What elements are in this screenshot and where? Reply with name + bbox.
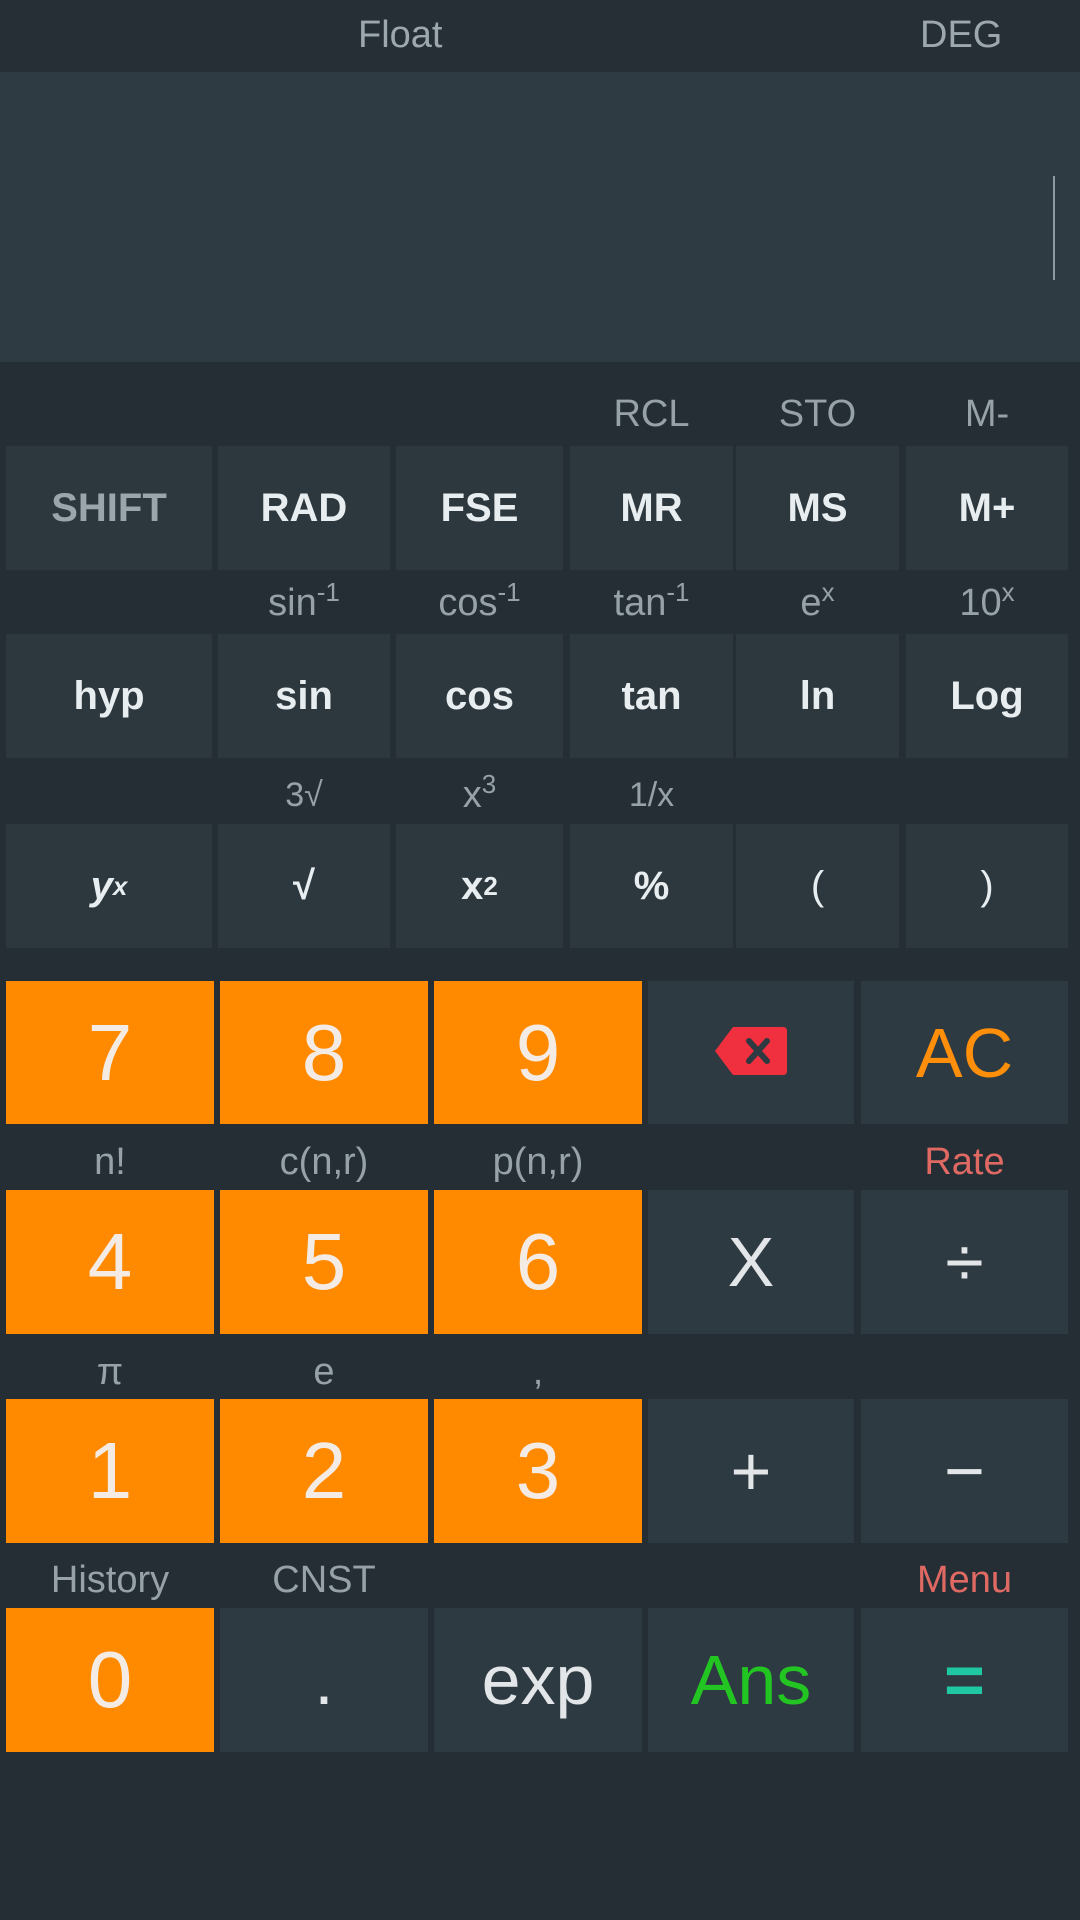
comma-label: ,: [532, 1351, 544, 1393]
digit-3-button[interactable]: 3: [434, 1399, 642, 1543]
factorial-label: n!: [94, 1141, 126, 1183]
digit-1-button[interactable]: 1: [6, 1399, 214, 1543]
open-paren-button[interactable]: (: [736, 824, 899, 948]
ln-button[interactable]: ln: [736, 634, 899, 758]
hyp-button[interactable]: hyp: [6, 634, 212, 758]
atan-label: tan-1: [613, 577, 690, 624]
exp-e-label: ex: [800, 577, 835, 624]
multiply-button[interactable]: X: [648, 1190, 854, 1334]
menu-label[interactable]: Menu: [861, 1557, 1068, 1603]
permutation-label: p(n,r): [492, 1141, 584, 1183]
acos-label: cos-1: [438, 577, 521, 624]
digit-8-button[interactable]: 8: [220, 981, 428, 1124]
sqrt-button[interactable]: √: [218, 824, 390, 948]
equals-button[interactable]: =: [861, 1608, 1068, 1752]
cube-label: x3: [462, 769, 497, 816]
history-label[interactable]: History: [6, 1557, 214, 1603]
backspace-button[interactable]: [648, 981, 854, 1124]
rcl-label: RCL: [613, 393, 690, 435]
digit-4-button[interactable]: 4: [6, 1190, 214, 1334]
m-minus-label: M-: [964, 393, 1010, 435]
close-paren-button[interactable]: ): [906, 824, 1068, 948]
digit-6-button[interactable]: 6: [434, 1190, 642, 1334]
backspace-icon: [713, 1013, 789, 1093]
reciprocal-label: 1/x: [628, 776, 675, 814]
cos-button[interactable]: cos: [396, 634, 563, 758]
rad-button[interactable]: RAD: [218, 446, 390, 570]
divide-button[interactable]: ÷: [861, 1190, 1068, 1334]
sin-button[interactable]: sin: [218, 634, 390, 758]
digit-9-button[interactable]: 9: [434, 981, 642, 1124]
display-area[interactable]: [0, 72, 1080, 362]
cnst-label: CNST: [272, 1559, 376, 1601]
cube-root-label: 3√: [285, 776, 323, 814]
ms-button[interactable]: MS: [736, 446, 899, 570]
m-plus-button[interactable]: M+: [906, 446, 1068, 570]
decimal-point-button[interactable]: .: [220, 1608, 428, 1752]
exp-button[interactable]: exp: [434, 1608, 642, 1752]
asin-label: sin-1: [268, 577, 340, 624]
angle-mode-label[interactable]: DEG: [920, 14, 1002, 57]
percent-button[interactable]: %: [570, 824, 733, 948]
digit-7-button[interactable]: 7: [6, 981, 214, 1124]
euler-label: e: [313, 1351, 335, 1393]
fse-button[interactable]: FSE: [396, 446, 563, 570]
ans-button[interactable]: Ans: [648, 1608, 854, 1752]
digit-2-button[interactable]: 2: [220, 1399, 428, 1543]
power-button[interactable]: yx: [6, 824, 212, 948]
square-button[interactable]: x2: [396, 824, 563, 948]
sto-label: STO: [778, 393, 857, 435]
digit-5-button[interactable]: 5: [220, 1190, 428, 1334]
shift-button[interactable]: SHIFT: [6, 446, 212, 570]
log-button[interactable]: Log: [906, 634, 1068, 758]
digit-0-button[interactable]: 0: [6, 1608, 214, 1752]
all-clear-button[interactable]: AC: [861, 981, 1068, 1124]
mr-button[interactable]: MR: [570, 446, 733, 570]
tan-button[interactable]: tan: [570, 634, 733, 758]
status-bar: Float DEG: [0, 0, 1080, 72]
float-mode-label[interactable]: Float: [358, 14, 442, 57]
combination-label: c(n,r): [279, 1141, 369, 1183]
rate-label: Rate: [924, 1141, 1005, 1183]
text-cursor: [1053, 176, 1055, 280]
pi-label: π: [96, 1351, 124, 1393]
plus-button[interactable]: +: [648, 1399, 854, 1543]
minus-button[interactable]: −: [861, 1399, 1068, 1543]
ten-power-label: 10x: [959, 577, 1015, 624]
